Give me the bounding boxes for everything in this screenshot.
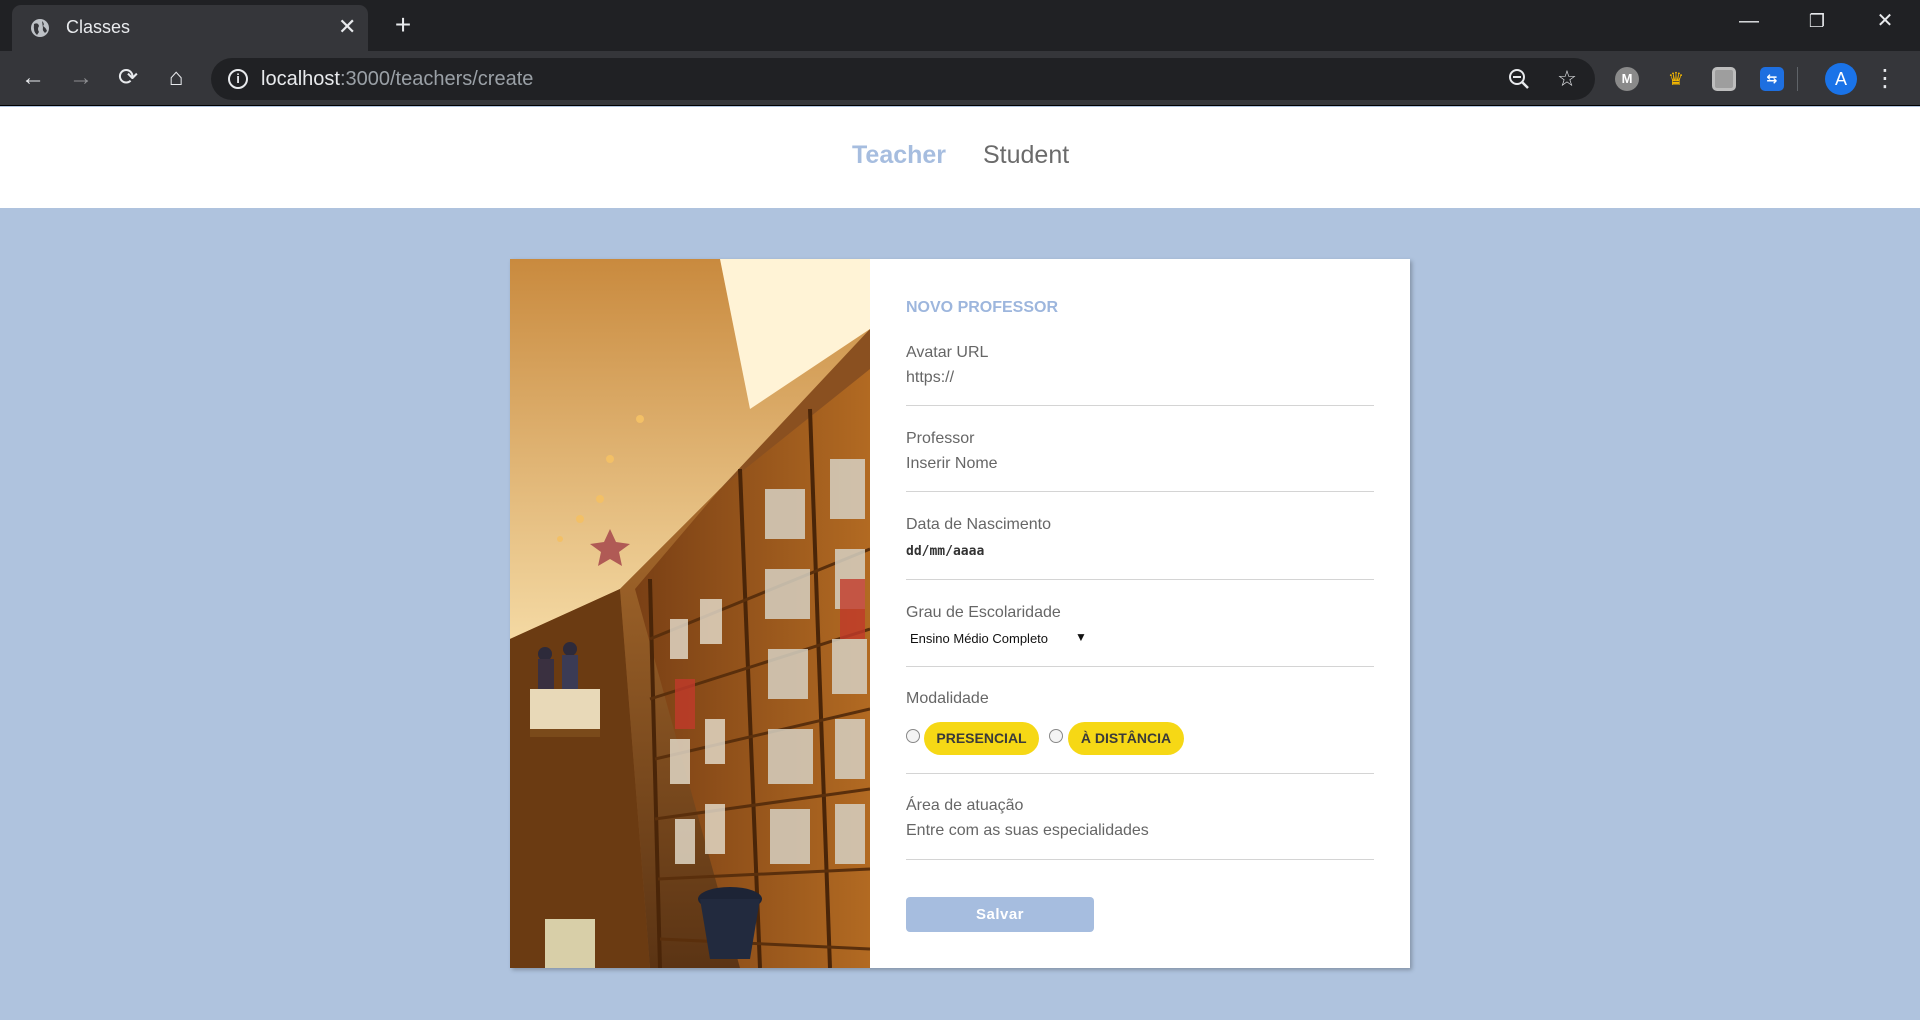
info-icon[interactable]: i xyxy=(228,69,248,89)
star-icon[interactable]: ☆ xyxy=(1555,67,1579,91)
tab-close-icon[interactable]: ✕ xyxy=(338,16,356,38)
browser-tabstrip: Classes ✕ + — ❐ ✕ xyxy=(0,0,1920,51)
education-label: Grau de Escolaridade xyxy=(906,604,1061,621)
modality-field: Modalidade PRESENCIAL À DISTÂNCIA xyxy=(906,690,1374,774)
form-title: NOVO PROFESSOR xyxy=(906,299,1059,316)
home-icon[interactable]: ⌂ xyxy=(161,63,191,93)
area-input[interactable]: Entre com as suas especialidades xyxy=(906,822,1149,840)
minimize-button[interactable]: — xyxy=(1714,0,1784,44)
browser-toolbar: ← → ⟳ ⌂ i localhost:3000/teachers/create… xyxy=(0,51,1920,106)
url-text[interactable]: localhost:3000/teachers/create xyxy=(261,68,533,91)
reload-icon[interactable]: ⟳ xyxy=(113,63,143,93)
address-bar[interactable]: i localhost:3000/teachers/create ☆ xyxy=(211,58,1595,100)
professor-label: Professor xyxy=(906,430,975,447)
top-navigation: Teacher Student xyxy=(0,107,1920,208)
birth-date-label: Data de Nascimento xyxy=(906,516,1051,533)
radio-distancia[interactable] xyxy=(1049,729,1063,743)
nav-link-student[interactable]: Student xyxy=(983,141,1069,170)
url-path: :3000/teachers/create xyxy=(339,68,534,90)
birth-date-input[interactable]: dd/mm/aaaa xyxy=(906,544,984,559)
zoom-out-icon[interactable] xyxy=(1507,67,1531,91)
globe-icon xyxy=(31,19,49,37)
avatar-url-label: Avatar URL xyxy=(906,344,989,361)
birth-date-field: Data de Nascimento dd/mm/aaaa xyxy=(906,516,1374,580)
new-tab-button[interactable]: + xyxy=(385,10,421,40)
bookstore-photo xyxy=(510,259,870,968)
teacher-form-card: NOVO PROFESSOR Avatar URL https:// Profe… xyxy=(510,259,1410,968)
dropdown-caret-icon: ▼ xyxy=(1075,630,1087,644)
education-field: Grau de Escolaridade Ensino Médio Comple… xyxy=(906,604,1374,667)
radio-presencial[interactable] xyxy=(906,729,920,743)
profile-avatar[interactable]: A xyxy=(1825,63,1857,95)
extension-m-icon[interactable]: M xyxy=(1615,67,1639,91)
restore-button[interactable]: ❐ xyxy=(1782,0,1852,44)
education-selected-value: Ensino Médio Completo xyxy=(910,631,1049,646)
toolbar-divider xyxy=(1797,67,1798,91)
professor-field: Professor Inserir Nome xyxy=(906,430,1374,492)
nav-link-teacher[interactable]: Teacher xyxy=(852,141,946,170)
menu-icon[interactable]: ⋮ xyxy=(1872,63,1898,95)
avatar-url-field: Avatar URL https:// xyxy=(906,344,1374,406)
extension-gray-icon[interactable] xyxy=(1712,67,1736,91)
area-field: Área de atuação Entre com as suas especi… xyxy=(906,797,1374,860)
tab-title: Classes xyxy=(66,17,131,37)
area-label: Área de atuação xyxy=(906,797,1024,814)
option-presencial[interactable]: PRESENCIAL xyxy=(924,722,1039,755)
close-window-button[interactable]: ✕ xyxy=(1850,0,1920,44)
option-distancia[interactable]: À DISTÂNCIA xyxy=(1068,722,1184,755)
avatar-url-input[interactable]: https:// xyxy=(906,369,954,387)
back-icon[interactable]: ← xyxy=(18,63,48,93)
browser-tab[interactable]: Classes ✕ xyxy=(12,5,368,51)
education-select[interactable]: Ensino Médio Completo ▼ xyxy=(906,628,1092,650)
extension-crown-icon[interactable]: ♛ xyxy=(1664,67,1688,91)
forward-icon[interactable]: → xyxy=(66,63,96,93)
modality-label: Modalidade xyxy=(906,690,989,707)
save-button[interactable]: Salvar xyxy=(906,897,1094,932)
professor-name-input[interactable]: Inserir Nome xyxy=(906,455,998,473)
url-host: localhost xyxy=(261,68,340,90)
extension-blue-icon[interactable]: ⇆ xyxy=(1760,67,1784,91)
